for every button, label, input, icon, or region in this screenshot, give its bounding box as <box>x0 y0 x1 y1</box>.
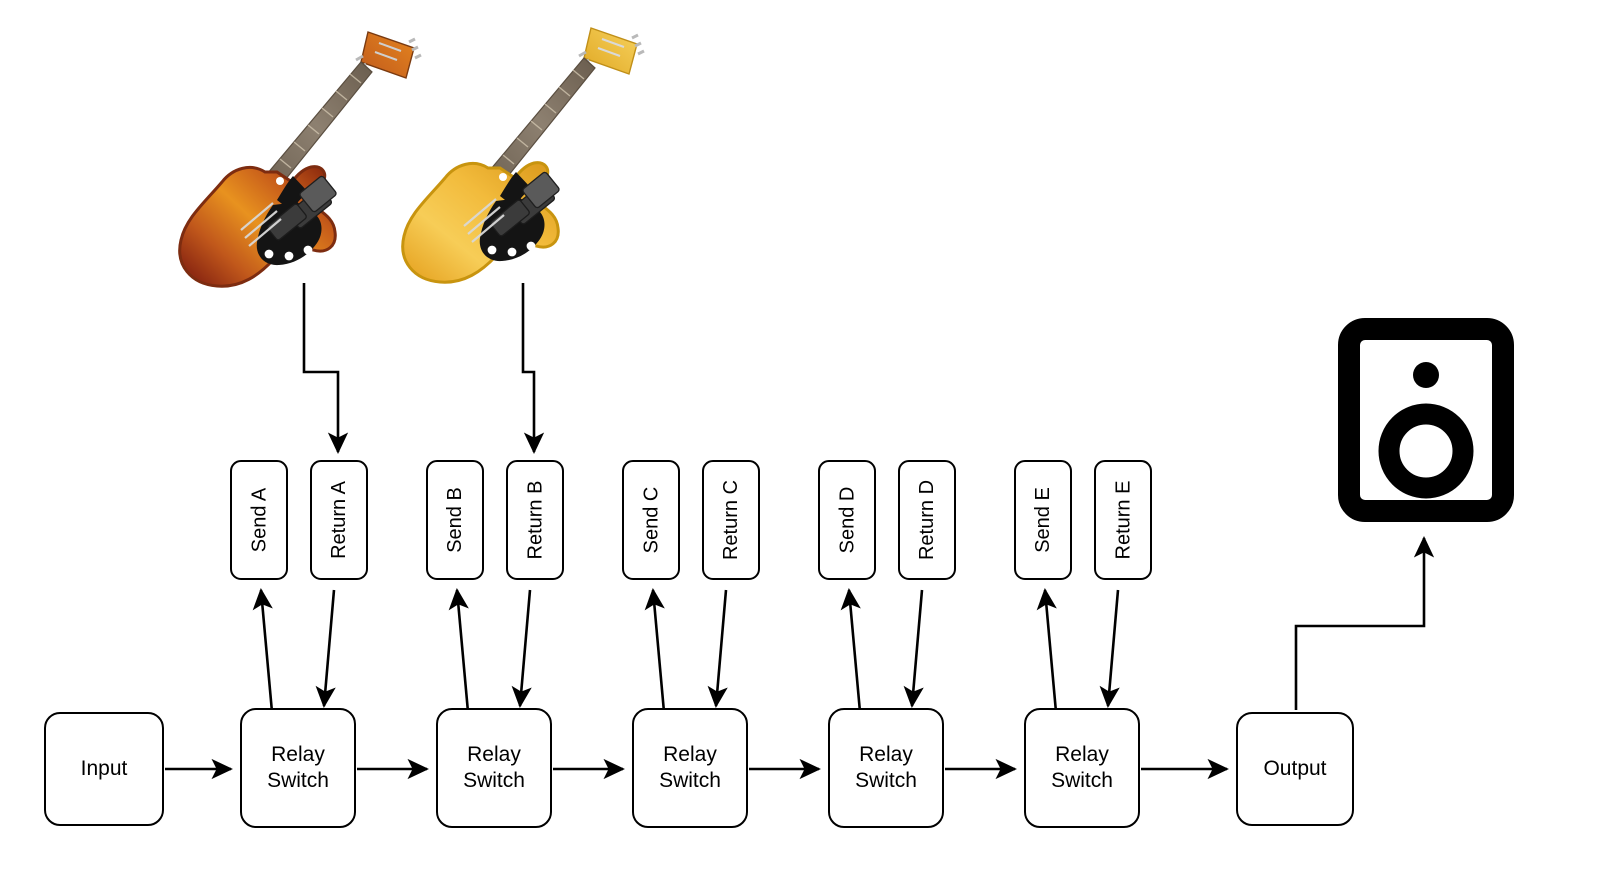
wire-guitar2-to-return-b <box>521 283 545 454</box>
relay-label: Relay Switch <box>659 743 721 792</box>
jack-label: Send A <box>248 487 271 553</box>
jack-label: Send C <box>640 486 662 554</box>
jack-label: Return A <box>328 481 351 559</box>
wire-output-to-speaker <box>1294 536 1435 710</box>
relay-label: Relay Switch <box>855 743 917 792</box>
jack-box-return-b[interactable]: Return B <box>506 460 564 580</box>
jack-box-return-d[interactable]: Return D <box>898 460 956 580</box>
jack-box-send-a[interactable]: Send A <box>230 460 288 580</box>
jack-box-send-b[interactable]: Send B <box>426 460 484 580</box>
relay-label: Relay Switch <box>463 743 525 792</box>
jack-label: Return C <box>720 479 742 561</box>
relay-switch-b[interactable]: Relay Switch <box>436 708 552 828</box>
jack-box-return-a[interactable]: Return A <box>310 460 368 580</box>
input-label: Input <box>80 757 128 781</box>
wire-relay-a-to-send-a <box>252 588 274 713</box>
wire-return-e-to-relay-e <box>1099 589 1120 708</box>
jack-label: Return E <box>1112 480 1134 560</box>
jack-label: Return B <box>524 480 546 560</box>
jack-box-send-e[interactable]: Send E <box>1014 460 1072 580</box>
jack-box-send-c[interactable]: Send C <box>622 460 680 580</box>
jack-label: Send D <box>836 486 858 554</box>
diagram-canvas: Send A Return A Send B Return B Send C R… <box>0 0 1602 884</box>
wire-guitar1-to-return-a <box>302 283 349 454</box>
jack-label: Return D <box>916 479 938 561</box>
input-node[interactable]: Input <box>44 712 164 826</box>
electric-guitar-icon <box>401 27 645 284</box>
relay-switch-c[interactable]: Relay Switch <box>632 708 748 828</box>
jack-box-send-d[interactable]: Send D <box>818 460 876 580</box>
wire-return-a-to-relay-a <box>315 589 336 708</box>
wire-return-c-to-relay-c <box>707 589 728 708</box>
jack-box-return-c[interactable]: Return C <box>702 460 760 580</box>
jack-label: Send E <box>1032 487 1055 553</box>
relay-switch-d[interactable]: Relay Switch <box>828 708 944 828</box>
wire-return-d-to-relay-d <box>903 589 924 708</box>
relay-switch-e[interactable]: Relay Switch <box>1024 708 1140 828</box>
relay-label: Relay Switch <box>267 743 329 792</box>
wire-relay-e-to-send-e <box>1036 588 1058 713</box>
wire-relay-d-to-send-d <box>840 588 862 713</box>
jack-label: Send B <box>444 487 467 553</box>
output-node[interactable]: Output <box>1236 712 1354 826</box>
relay-switch-a[interactable]: Relay Switch <box>240 708 356 828</box>
wire-relay-b-to-send-b <box>448 588 470 713</box>
wire-relay-c-to-send-c <box>644 588 666 713</box>
relay-label: Relay Switch <box>1051 743 1113 792</box>
wire-return-b-to-relay-b <box>511 589 532 708</box>
jack-box-return-e[interactable]: Return E <box>1094 460 1152 580</box>
speaker-cabinet-icon <box>1338 318 1514 522</box>
output-label: Output <box>1263 757 1327 781</box>
